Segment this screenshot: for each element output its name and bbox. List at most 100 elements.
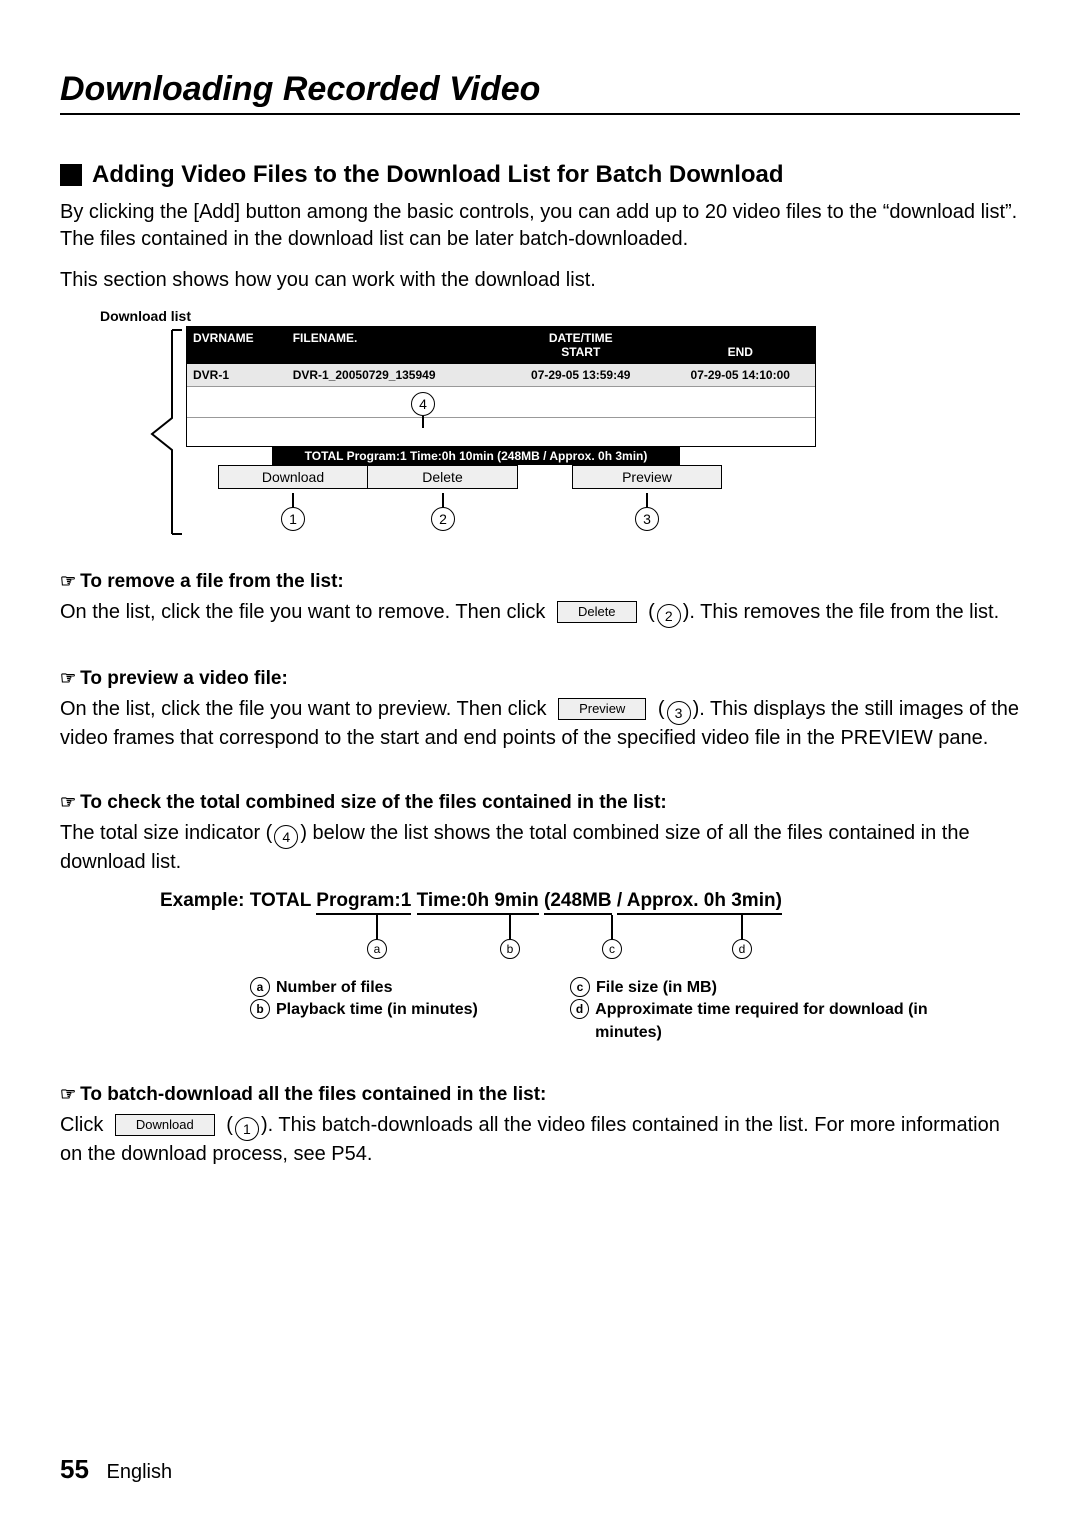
inline-delete-button[interactable]: Delete xyxy=(557,601,637,623)
cell-filename: DVR-1_20050729_135949 xyxy=(287,364,496,386)
legend-a: Number of files xyxy=(276,977,392,999)
paren-open: ( xyxy=(658,698,665,720)
sub-total-heading: ☞To check the total combined size of the… xyxy=(60,792,1020,814)
callout-4: 4 xyxy=(411,392,435,428)
download-list-figure: DVRNAME FILENAME. DATE/TIME START END DV… xyxy=(100,326,860,531)
table-empty-row: 4 xyxy=(187,417,815,446)
example-callout-c: c xyxy=(602,915,622,959)
callout-2-circle: 2 xyxy=(431,507,455,531)
col-filename: FILENAME. xyxy=(287,327,496,363)
page-title: Downloading Recorded Video xyxy=(60,70,1020,109)
tick xyxy=(611,915,613,939)
circle-b: b xyxy=(500,939,520,959)
remove-paragraph: On the list, click the file you want to … xyxy=(60,599,1020,628)
callout-row: 1 2 3 xyxy=(218,493,860,531)
pointing-hand-icon: ☞ xyxy=(60,792,76,813)
circle-c: c xyxy=(602,939,622,959)
batch-paragraph: Click Download (1). This batch-downloads… xyxy=(60,1112,1020,1168)
legend-circle-b: b xyxy=(250,999,270,1019)
legend-b: Playback time (in minutes) xyxy=(276,999,478,1021)
table-header: DVRNAME FILENAME. DATE/TIME START END xyxy=(187,327,815,363)
legend-circle-c: c xyxy=(570,977,590,997)
example-legend: aNumber of files bPlayback time (in minu… xyxy=(160,977,1020,1044)
sub-preview-heading: ☞To preview a video file: xyxy=(60,668,1020,690)
example-seg-c: (248MB xyxy=(544,890,612,915)
download-list-caption: Download list xyxy=(100,308,1020,324)
col-dvrname: DVRNAME xyxy=(187,327,287,363)
inline-callout-4: 4 xyxy=(274,825,298,849)
tick xyxy=(509,915,511,939)
square-bullet-icon xyxy=(60,164,82,186)
legend-d: Approximate time required for download (… xyxy=(595,999,980,1044)
sub-batch-heading: ☞To batch-download all the files contain… xyxy=(60,1084,1020,1106)
button-row: Download Delete Preview xyxy=(218,465,860,489)
callout-2-tick xyxy=(442,493,444,507)
sub-batch-text: To batch-download all the files containe… xyxy=(80,1084,546,1105)
pointing-hand-icon: ☞ xyxy=(60,571,76,592)
sub-remove-heading: ☞To remove a file from the list: xyxy=(60,571,1020,593)
cell-end: 07-29-05 14:10:00 xyxy=(665,364,815,386)
circle-a: a xyxy=(367,939,387,959)
callout-1-tick xyxy=(292,493,294,507)
paren-open: ( xyxy=(226,1114,233,1136)
callout-gap xyxy=(518,493,572,531)
example-seg-d: / Approx. 0h 3min) xyxy=(617,890,782,915)
page-language: English xyxy=(106,1461,172,1483)
circle-d: d xyxy=(732,939,752,959)
preview-paragraph: On the list, click the file you want to … xyxy=(60,696,1020,752)
download-button[interactable]: Download xyxy=(218,465,368,489)
inline-callout-1: 1 xyxy=(235,1117,259,1141)
remove-text-before: On the list, click the file you want to … xyxy=(60,601,551,623)
preview-text-before: On the list, click the file you want to … xyxy=(60,698,552,720)
inline-callout-3: 3 xyxy=(667,701,691,725)
cell-dvrname: DVR-1 xyxy=(187,364,287,386)
col-datetime: DATE/TIME START xyxy=(496,327,665,363)
inline-callout-2: 2 xyxy=(657,604,681,628)
paren-open: ( xyxy=(648,601,655,623)
example-label: Example: xyxy=(160,890,244,911)
example-line: Example: TOTAL Program:1 Time:0h 9min (2… xyxy=(160,890,1020,915)
sub-preview-text: To preview a video file: xyxy=(80,668,288,689)
legend-c: File size (in MB) xyxy=(596,977,717,999)
tick xyxy=(741,915,743,939)
section-heading-text: Adding Video Files to the Download List … xyxy=(92,161,784,189)
total-text-before: The total size indicator ( xyxy=(60,822,272,844)
table-empty-row xyxy=(187,386,815,417)
col-end: END xyxy=(665,327,815,363)
intro-paragraph-1: By clicking the [Add] button among the b… xyxy=(60,199,1020,253)
sub-remove-text: To remove a file from the list: xyxy=(80,571,344,592)
table-row[interactable]: DVR-1 DVR-1_20050729_135949 07-29-05 13:… xyxy=(187,363,815,386)
delete-button[interactable]: Delete xyxy=(368,465,518,489)
total-paragraph: The total size indicator (4) below the l… xyxy=(60,820,1020,876)
intro-paragraph-2: This section shows how you can work with… xyxy=(60,267,1020,294)
pointing-hand-icon: ☞ xyxy=(60,668,76,689)
bracket-icon xyxy=(148,328,184,538)
download-list-table: DVRNAME FILENAME. DATE/TIME START END DV… xyxy=(186,326,816,447)
total-indicator: TOTAL Program:1 Time:0h 10min (248MB / A… xyxy=(272,447,680,465)
inline-preview-button[interactable]: Preview xyxy=(558,698,646,720)
title-rule xyxy=(60,113,1020,115)
callout-4-tick xyxy=(422,416,424,428)
callout-3: 3 xyxy=(572,493,722,531)
col-end-label: END xyxy=(728,345,753,359)
page-footer: 55 English xyxy=(60,1454,172,1485)
example-callout-a: a xyxy=(367,915,387,959)
example-callout-d: d xyxy=(732,915,752,959)
tick xyxy=(376,915,378,939)
callout-1: 1 xyxy=(218,493,368,531)
page-number: 55 xyxy=(60,1454,89,1484)
button-spacer xyxy=(518,465,572,489)
callout-1-circle: 1 xyxy=(281,507,305,531)
inline-download-button[interactable]: Download xyxy=(115,1114,215,1136)
legend-circle-d: d xyxy=(570,999,589,1019)
example-figure: Example: TOTAL Program:1 Time:0h 9min (2… xyxy=(160,890,1020,1044)
callout-3-tick xyxy=(646,493,648,507)
callout-3-circle: 3 xyxy=(635,507,659,531)
batch-text-before: Click xyxy=(60,1114,109,1136)
example-callout-b: b xyxy=(500,915,520,959)
section-heading: Adding Video Files to the Download List … xyxy=(60,161,1020,189)
preview-button[interactable]: Preview xyxy=(572,465,722,489)
example-seg-a: Program:1 xyxy=(316,890,411,915)
col-datetime-label: DATE/TIME xyxy=(502,331,659,345)
example-total-word: TOTAL xyxy=(250,890,311,911)
